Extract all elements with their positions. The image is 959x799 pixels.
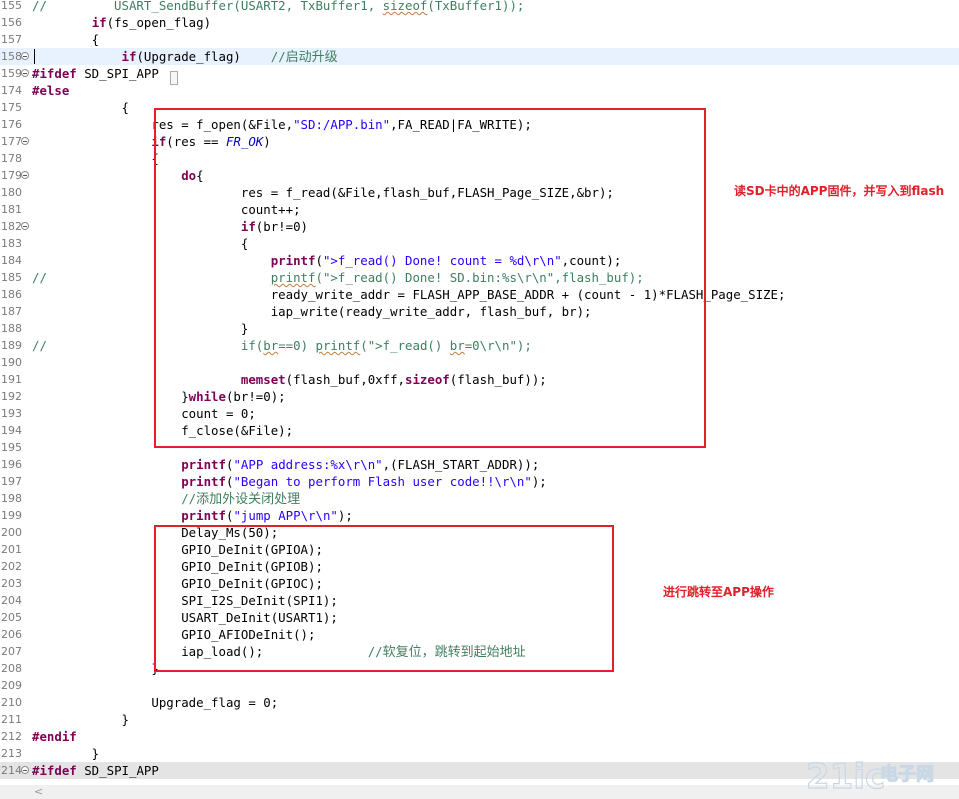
- code-line[interactable]: 211 }: [0, 711, 959, 728]
- code-line[interactable]: 212 #endif: [0, 728, 959, 745]
- code-text: }: [32, 746, 100, 761]
- line-number: 175: [1, 101, 22, 114]
- fold-toggle-icon[interactable]: [21, 766, 29, 774]
- line-number: 206: [1, 628, 22, 641]
- line-number: 184: [1, 254, 22, 267]
- line-number: 157: [1, 33, 22, 46]
- fold-toggle-icon[interactable]: [21, 52, 29, 60]
- line-number: 155: [1, 0, 22, 12]
- scroll-left-arrow[interactable]: <: [34, 785, 43, 799]
- watermark-brand: 21ic: [806, 757, 885, 796]
- code-text: #ifdef SD_SPI_APP: [32, 763, 159, 778]
- code-text: {: [32, 151, 159, 166]
- annotation-flash-read: 读SD卡中的APP固件，并写入到flash: [734, 184, 945, 198]
- line-number: 179: [1, 169, 22, 182]
- code-line[interactable]: 155 // USART_SendBuffer(USART2, TxBuffer1…: [0, 0, 959, 14]
- line-number: 196: [1, 458, 22, 471]
- code-text: #ifdef SD_SPI_APP: [32, 66, 159, 81]
- line-number: 185: [1, 271, 22, 284]
- line-number: 159: [1, 67, 22, 80]
- line-number: 195: [1, 441, 22, 454]
- code-text: #else: [32, 83, 70, 98]
- code-line[interactable]: 209: [0, 677, 959, 694]
- line-number: 189: [1, 339, 22, 352]
- line-number: 182: [1, 220, 22, 233]
- code-text: }: [32, 661, 159, 676]
- fold-toggle-icon[interactable]: [21, 171, 29, 179]
- code-line[interactable]: 159 #ifdef SD_SPI_APP: [0, 65, 959, 82]
- code-line[interactable]: 210 Upgrade_flag = 0;: [0, 694, 959, 711]
- code-text: if(fs_open_flag): [91, 15, 212, 30]
- line-number: 198: [1, 492, 22, 505]
- text-cursor: [34, 49, 35, 64]
- line-number: 156: [1, 16, 22, 29]
- line-number: 193: [1, 407, 22, 420]
- code-line[interactable]: 156 if(fs_open_flag): [0, 14, 959, 31]
- code-line[interactable]: 157 {: [0, 31, 959, 48]
- code-line[interactable]: 158 if(Upgrade_flag) //启动升级: [0, 48, 959, 65]
- line-number: 205: [1, 611, 22, 624]
- code-text: {: [32, 100, 129, 115]
- fold-toggle-icon[interactable]: [21, 137, 29, 145]
- code-line[interactable]: 196 printf("APP address:%x\r\n",(FLASH_S…: [0, 456, 959, 473]
- line-number: 192: [1, 390, 22, 403]
- line-number: 209: [1, 679, 22, 692]
- line-number: 208: [1, 662, 22, 675]
- line-number: 180: [1, 186, 22, 199]
- fold-toggle-icon[interactable]: [21, 222, 29, 230]
- line-number: 187: [1, 305, 22, 318]
- line-number: 191: [1, 373, 22, 386]
- code-line[interactable]: 199 printf("jump APP\r\n");: [0, 507, 959, 524]
- annotation-jump-app: 进行跳转至APP操作: [663, 585, 774, 599]
- line-number: 202: [1, 560, 22, 573]
- line-number: 158: [1, 50, 22, 63]
- line-number: 190: [1, 356, 22, 369]
- line-number: 210: [1, 696, 22, 709]
- line-number: 200: [1, 526, 22, 539]
- line-number: 212: [1, 730, 22, 743]
- code-text: {: [32, 32, 100, 47]
- code-line[interactable]: 197 printf("Began to perform Flash user …: [0, 473, 959, 490]
- line-number: 177: [1, 135, 22, 148]
- code-text: if(Upgrade_flag) //启动升级: [121, 49, 338, 65]
- line-number: 183: [1, 237, 22, 250]
- folded-code-indicator[interactable]: [170, 71, 178, 85]
- code-text: }: [32, 712, 129, 727]
- watermark-tagline: 电子网: [880, 763, 934, 785]
- code-text: printf("APP address:%x\r\n",(FLASH_START…: [181, 457, 540, 472]
- code-text: //添加外设关闭处理: [181, 491, 301, 507]
- code-line[interactable]: 174 #else: [0, 82, 959, 99]
- line-number: 211: [1, 713, 22, 726]
- line-number: 213: [1, 747, 22, 760]
- line-number: 199: [1, 509, 22, 522]
- code-text: // USART_SendBuffer(USART2, TxBuffer1, s…: [32, 0, 525, 13]
- code-text: #endif: [32, 729, 77, 744]
- watermark-logo: 21ic 电子网: [806, 756, 935, 796]
- code-text: printf("Began to perform Flash user code…: [181, 474, 547, 489]
- line-number: 204: [1, 594, 22, 607]
- jump-app-highlight-box: [154, 525, 614, 672]
- line-number: 194: [1, 424, 22, 437]
- line-number: 207: [1, 645, 22, 658]
- line-number: 176: [1, 118, 22, 131]
- line-number: 203: [1, 577, 22, 590]
- line-number: 201: [1, 543, 22, 556]
- code-text: Upgrade_flag = 0;: [32, 695, 279, 710]
- line-number: 178: [1, 152, 22, 165]
- flash-read-highlight-box: [154, 108, 706, 448]
- line-number: 174: [1, 84, 22, 97]
- line-number: 181: [1, 203, 22, 216]
- line-number: 186: [1, 288, 22, 301]
- code-line[interactable]: 198 //添加外设关闭处理: [0, 490, 959, 507]
- code-text: printf("jump APP\r\n");: [181, 508, 353, 523]
- line-number: 188: [1, 322, 22, 335]
- fold-toggle-icon[interactable]: [21, 69, 29, 77]
- line-number: 214: [1, 764, 22, 777]
- line-number: 197: [1, 475, 22, 488]
